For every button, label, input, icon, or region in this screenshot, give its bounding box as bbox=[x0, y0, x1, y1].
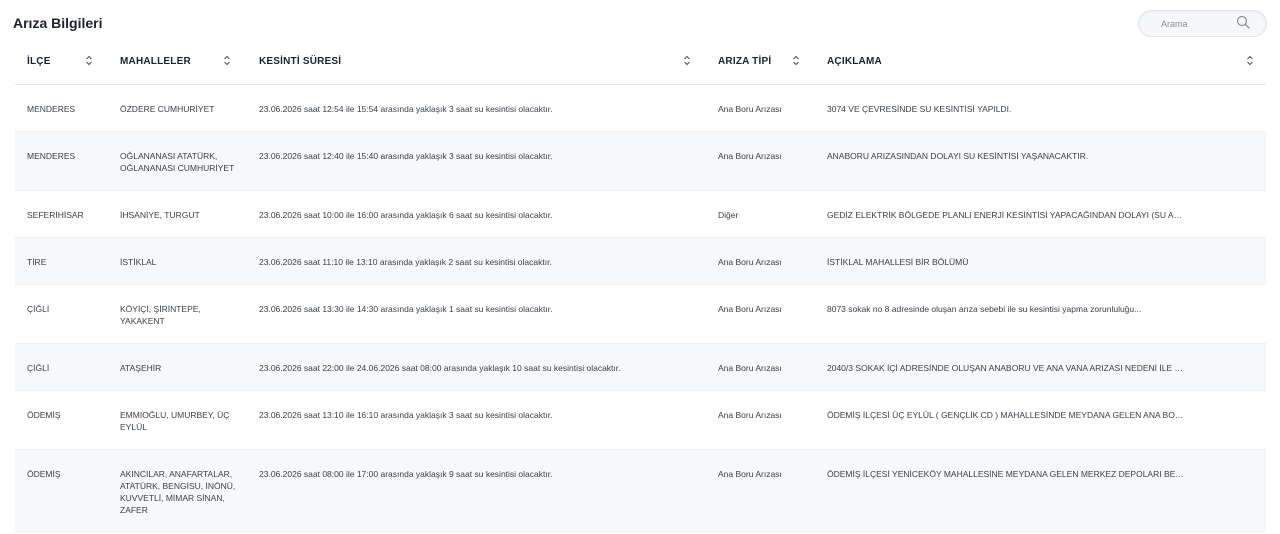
cell-aciklama: ÖDEMİŞ İLÇESİ YENİCEKÖY MAHALLESİNE MEYD… bbox=[827, 469, 1187, 479]
cell-ariza-tipi: Ana Boru Arızası bbox=[718, 104, 782, 114]
cell-mahalleler: AKINCILAR, ANAFARTALAR, ATATÜRK, BENGİSU… bbox=[120, 469, 236, 515]
cell-ilce: SEFERİHİSAR bbox=[27, 210, 84, 220]
table-row[interactable]: ÖDEMİŞ EMMIOĞLU, UMURBEY, ÜÇ EYLÜL 23.06… bbox=[15, 391, 1266, 450]
cell-ilce: MENDERES bbox=[27, 151, 76, 161]
cell-aciklama: ÖDEMİŞ İLÇESİ ÜÇ EYLÜL ( GENÇLİK CD ) MA… bbox=[827, 410, 1187, 420]
cell-aciklama: GEDİZ ELEKTRİK BÖLGEDE PLANLI ENERJİ KES… bbox=[827, 210, 1187, 220]
cell-aciklama: 3074 VE ÇEVRESİNDE SU KESİNTİSİ YAPILDI. bbox=[827, 104, 1012, 114]
cell-aciklama: 2040/3 SOKAK İÇİ ADRESİNDE OLUŞAN ANABOR… bbox=[827, 363, 1187, 373]
column-header-mahalleler[interactable]: MAHALLELER bbox=[120, 56, 191, 67]
column-header-kesinti-suresi[interactable]: KESİNTİ SÜRESİ bbox=[259, 56, 341, 67]
table-row[interactable]: ÇİĞLİ KÖYİÇİ, ŞİRİNTEPE, YAKAKENT 23.06.… bbox=[15, 285, 1266, 344]
cell-ariza-tipi: Ana Boru Arızası bbox=[718, 151, 782, 161]
cell-ilce: MENDERES bbox=[27, 104, 76, 114]
cell-aciklama: ANABORU ARIZASINDAN DOLAYI SU KESİNTİSİ … bbox=[827, 151, 1089, 161]
cell-kesinti-suresi: 23.06.2026 saat 13:30 ile 14:30 arasında… bbox=[259, 304, 553, 314]
cell-ilce: ÖDEMİŞ bbox=[27, 410, 61, 420]
cell-kesinti-suresi: 23.06.2026 saat 08:00 ile 17:00 arasında… bbox=[259, 469, 553, 479]
cell-ariza-tipi: Diğer bbox=[718, 210, 739, 220]
cell-kesinti-suresi: 23.06.2026 saat 13:10 ile 16:10 arasında… bbox=[259, 410, 553, 420]
table-row[interactable]: TİRE İSTİKLAL 23.06.2026 saat 11:10 ile … bbox=[15, 238, 1266, 285]
cell-ariza-tipi: Ana Boru Arızası bbox=[718, 363, 782, 373]
cell-ilce: ÖDEMİŞ bbox=[27, 469, 61, 479]
column-header-ariza-tipi[interactable]: ARIZA TİPİ bbox=[718, 56, 771, 67]
cell-mahalleler: İSTİKLAL bbox=[120, 257, 157, 267]
cell-ariza-tipi: Ana Boru Arızası bbox=[718, 304, 782, 314]
cell-ariza-tipi: Ana Boru Arızası bbox=[718, 410, 782, 420]
search-icon[interactable] bbox=[1236, 15, 1250, 29]
cell-ilce: ÇİĞLİ bbox=[27, 363, 50, 373]
cell-kesinti-suresi: 23.06.2026 saat 10:00 ile 16:00 arasında… bbox=[259, 210, 553, 220]
table-row[interactable]: MENDERES OĞLANANASI ATATÜRK, OĞLANANASI … bbox=[15, 132, 1266, 191]
sort-icon[interactable] bbox=[683, 55, 691, 66]
cell-mahalleler: OĞLANANASI ATATÜRK, OĞLANANASI CUMHURİYE… bbox=[120, 151, 235, 173]
cell-mahalleler: İHSANİYE, TURGUT bbox=[120, 210, 200, 220]
cell-ilce: ÇİĞLİ bbox=[27, 304, 50, 314]
outage-table: İLÇE MAHALLELER KESİNTİ SÜRESİ ARIZA TİP… bbox=[15, 37, 1266, 532]
cell-ariza-tipi: Ana Boru Arızası bbox=[718, 469, 782, 479]
table-row[interactable]: SEFERİHİSAR İHSANİYE, TURGUT 23.06.2026 … bbox=[15, 191, 1266, 238]
cell-mahalleler: KÖYİÇİ, ŞİRİNTEPE, YAKAKENT bbox=[120, 304, 201, 326]
cell-ariza-tipi: Ana Boru Arızası bbox=[718, 257, 782, 267]
sort-icon[interactable] bbox=[85, 55, 93, 66]
search-input[interactable] bbox=[1151, 15, 1241, 33]
cell-ilce: TİRE bbox=[27, 257, 47, 267]
page-title: Arıza Bilgileri bbox=[13, 15, 103, 31]
column-header-aciklama[interactable]: AÇIKLAMA bbox=[827, 56, 882, 67]
cell-kesinti-suresi: 23.06.2026 saat 12:54 ile 15:54 arasında… bbox=[259, 104, 553, 114]
cell-kesinti-suresi: 23.06.2026 saat 11:10 ile 13:10 arasında… bbox=[259, 257, 552, 267]
table-row[interactable]: ÖDEMİŞ AKINCILAR, ANAFARTALAR, ATATÜRK, … bbox=[15, 450, 1266, 532]
cell-mahalleler: ATAŞEHİR bbox=[120, 363, 162, 373]
table-header: İLÇE MAHALLELER KESİNTİ SÜRESİ ARIZA TİP… bbox=[15, 37, 1266, 85]
cell-kesinti-suresi: 23.06.2026 saat 12:40 ile 15:40 arasında… bbox=[259, 151, 553, 161]
cell-mahalleler: EMMIOĞLU, UMURBEY, ÜÇ EYLÜL bbox=[120, 410, 230, 432]
sort-icon[interactable] bbox=[1246, 55, 1254, 66]
table-row[interactable]: MENDERES ÖZDERE CUMHURİYET 23.06.2026 sa… bbox=[15, 85, 1266, 132]
cell-mahalleler: ÖZDERE CUMHURİYET bbox=[120, 104, 215, 114]
cell-aciklama: 8073 sokak no 8 adresinde oluşan arıza s… bbox=[827, 304, 1142, 314]
sort-icon[interactable] bbox=[223, 55, 231, 66]
cell-aciklama: İSTİKLAL MAHALLESİ BİR BÖLÜMÜ bbox=[827, 257, 969, 267]
sort-icon[interactable] bbox=[792, 55, 800, 66]
table-row[interactable]: ÇİĞLİ ATAŞEHİR 23.06.2026 saat 22:00 ile… bbox=[15, 344, 1266, 391]
column-header-ilce[interactable]: İLÇE bbox=[27, 56, 51, 67]
cell-kesinti-suresi: 23.06.2026 saat 22:00 ile 24.06.2026 saa… bbox=[259, 363, 621, 373]
